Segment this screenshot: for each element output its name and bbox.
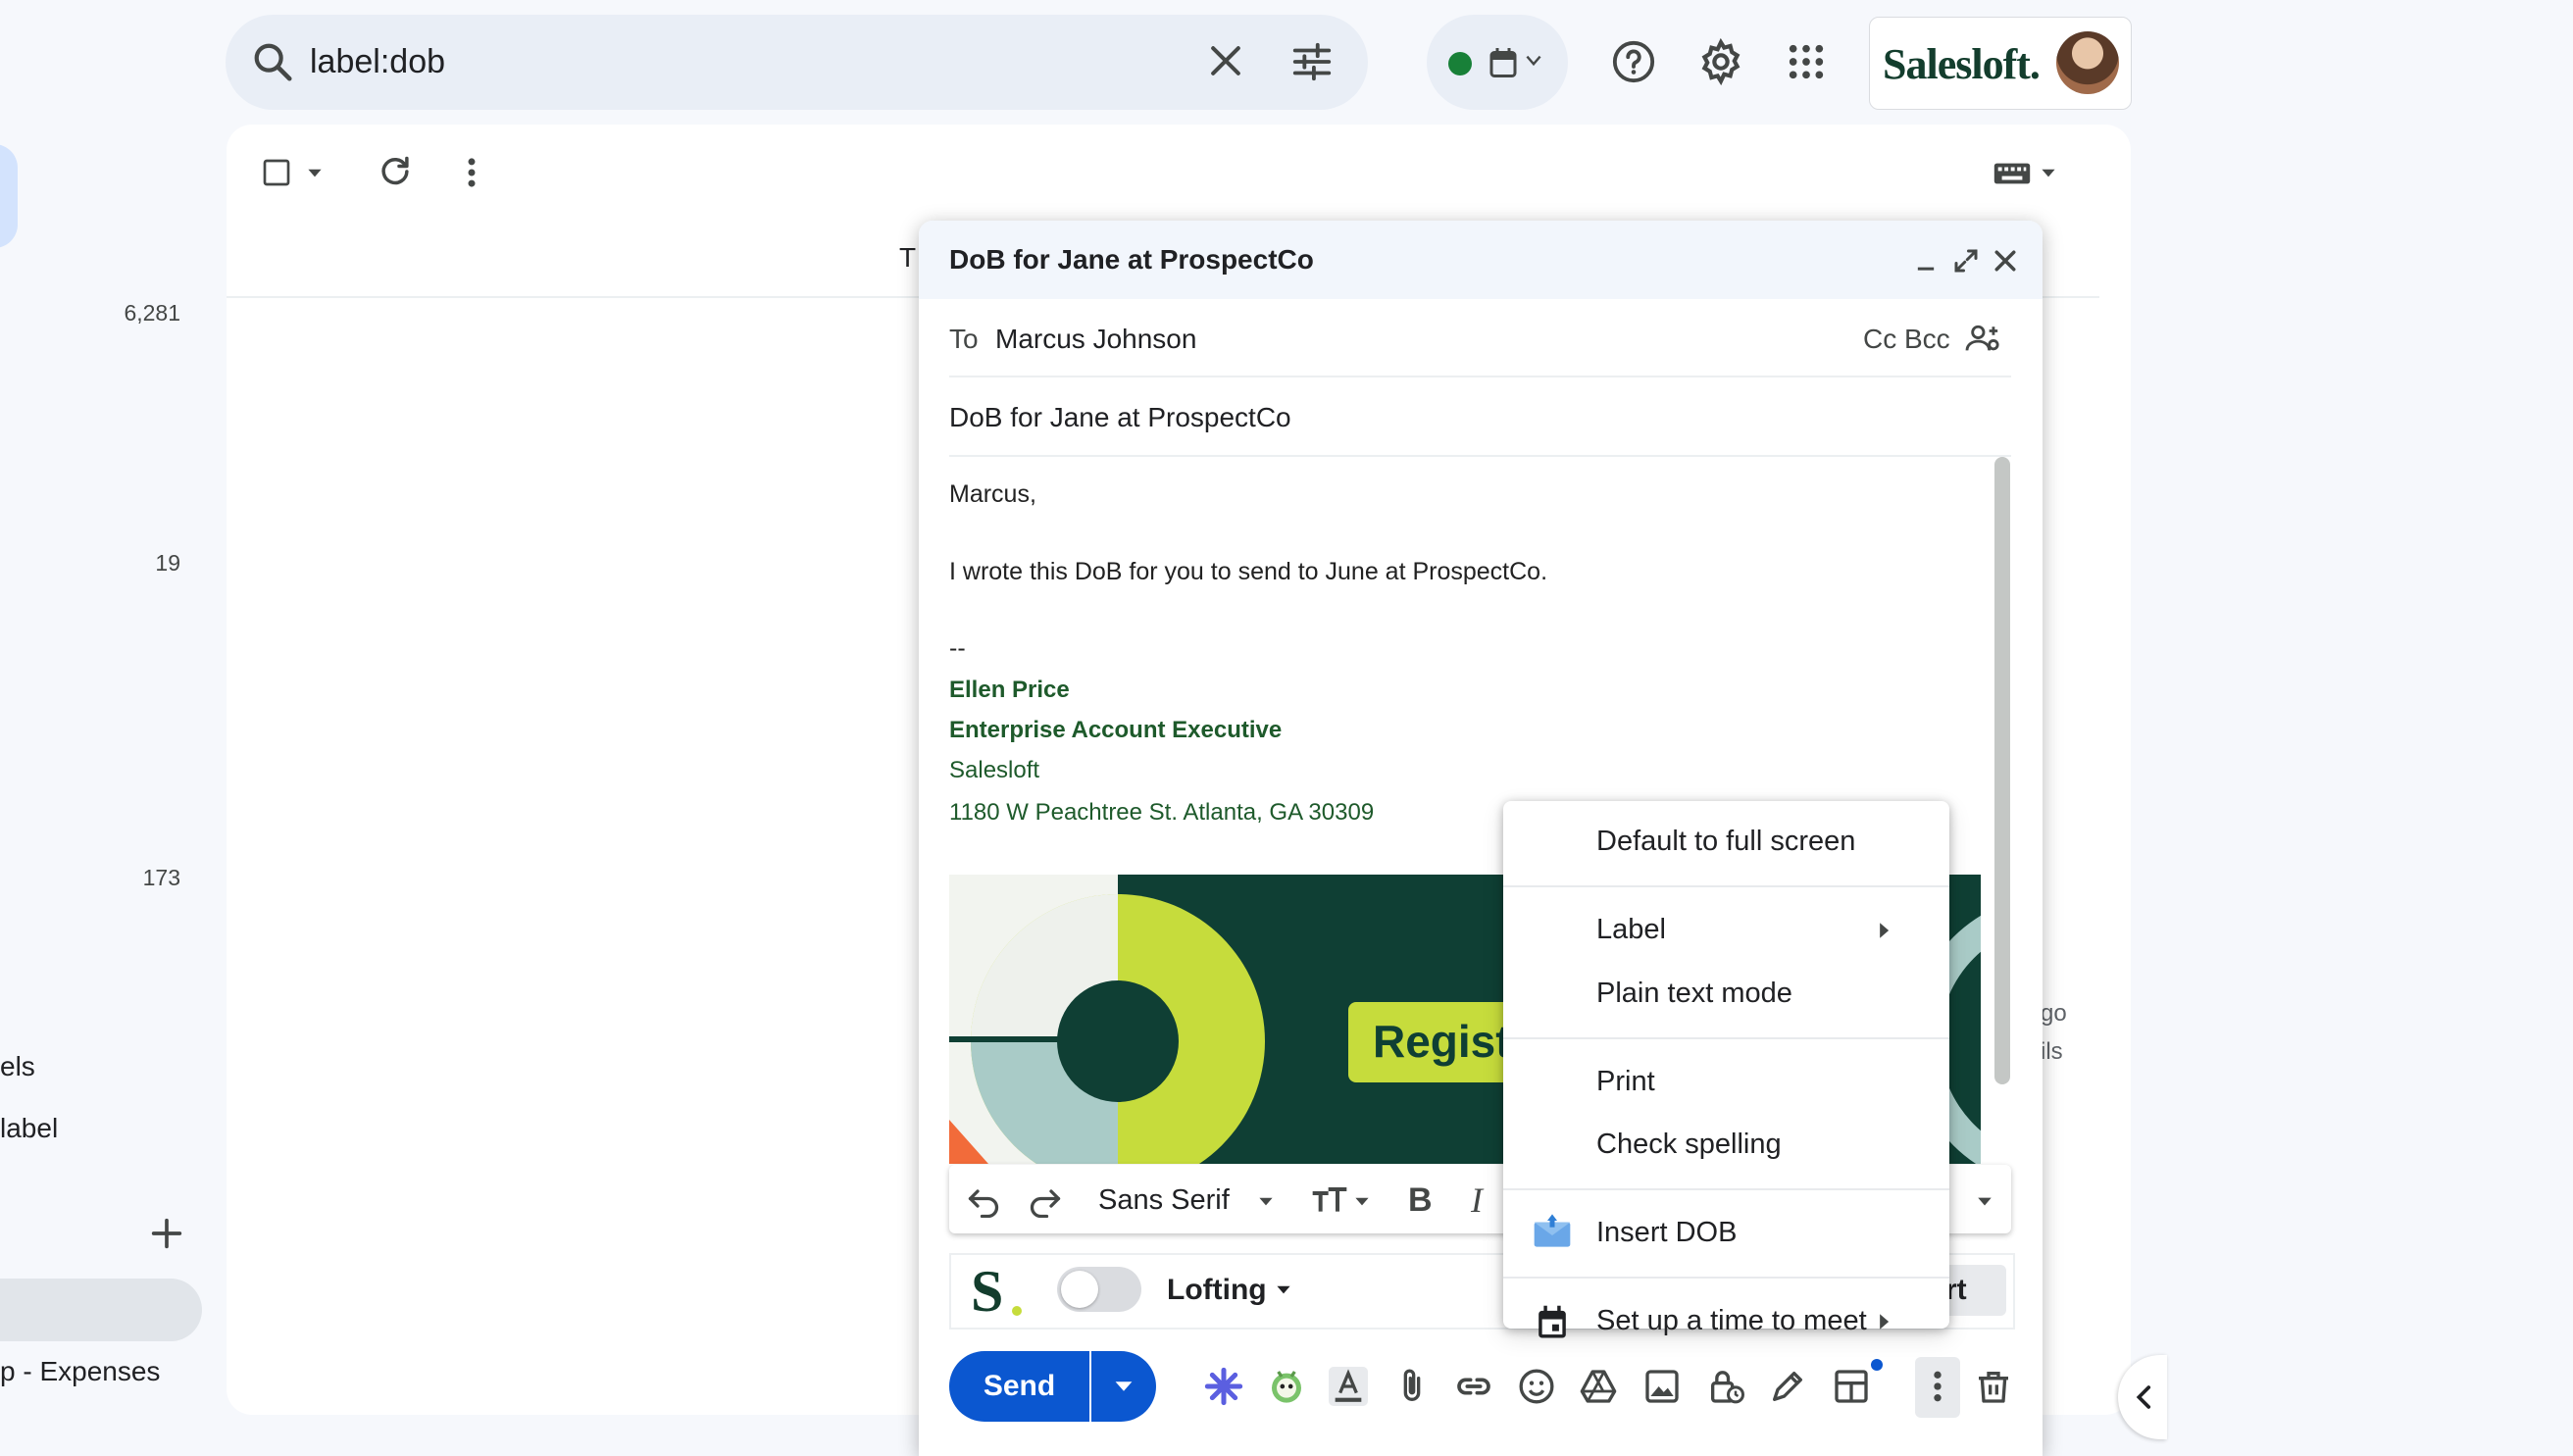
- active-status-dot: [1448, 52, 1472, 75]
- brand-logo: Salesloft.: [1883, 40, 2041, 88]
- insert-dob-icon: [1534, 1214, 1571, 1247]
- notification-dot: [1871, 1359, 1883, 1371]
- chevron-down-icon[interactable]: [1255, 1192, 1277, 1210]
- menu-item-set-up-meeting[interactable]: Set up a time to meet: [1596, 1301, 1867, 1340]
- signature-separator: --: [949, 634, 966, 662]
- menu-item-check-spelling[interactable]: Check spelling: [1596, 1125, 1782, 1164]
- expand-icon[interactable]: [1951, 246, 1981, 276]
- apps-grid-icon[interactable]: [1787, 42, 1826, 81]
- sidebar-compose-highlight[interactable]: [0, 144, 18, 248]
- sidebar-count: 6,281: [124, 300, 180, 326]
- font-size-icon[interactable]: [1310, 1184, 1349, 1218]
- minimize-icon[interactable]: [1912, 247, 1940, 275]
- chevron-down-icon: [1115, 1381, 1133, 1391]
- avatar[interactable]: [2056, 31, 2119, 94]
- subject-field[interactable]: DoB for Jane at ProspectCo: [949, 398, 1291, 437]
- gear-icon[interactable]: [1696, 37, 1745, 86]
- link-icon[interactable]: [1454, 1367, 1493, 1406]
- sidebar-count: 19: [155, 550, 180, 576]
- help-icon[interactable]: [1611, 39, 1656, 84]
- search-input[interactable]: label:dob: [310, 37, 445, 86]
- search-icon[interactable]: [250, 39, 295, 84]
- select-all-checkbox-icon[interactable]: [261, 157, 292, 188]
- close-icon[interactable]: [1204, 39, 1247, 82]
- chevron-down-icon[interactable]: [1523, 52, 1544, 70]
- calendar-icon: [1539, 1305, 1566, 1338]
- menu-divider: [1503, 1188, 1949, 1190]
- list-snippet: ils: [2041, 1038, 2063, 1065]
- cc-bcc-toggle[interactable]: Cc Bcc: [1863, 320, 1950, 359]
- emoji-icon[interactable]: [1517, 1367, 1556, 1406]
- submenu-arrow-icon: [1880, 923, 1890, 938]
- filter-options-icon[interactable]: [1289, 39, 1335, 84]
- chevron-down-icon[interactable]: [1351, 1192, 1373, 1210]
- undo-icon[interactable]: [966, 1182, 1001, 1218]
- to-label: To: [949, 324, 979, 354]
- photo-icon[interactable]: [1642, 1367, 1682, 1406]
- refresh-icon[interactable]: [377, 153, 414, 190]
- layouts-icon[interactable]: [1832, 1367, 1871, 1406]
- close-icon[interactable]: [1991, 246, 2020, 276]
- signature-title: Enterprise Account Executive: [949, 717, 1283, 743]
- trash-icon[interactable]: [1974, 1367, 2013, 1406]
- sidebar-count: 173: [142, 865, 180, 890]
- menu-item-print[interactable]: Print: [1596, 1062, 1655, 1101]
- chevron-down-icon[interactable]: [1273, 1280, 1294, 1298]
- list-partial-text: T: [899, 242, 917, 273]
- sparkle-icon[interactable]: [1204, 1367, 1243, 1406]
- signature-company: Salesloft: [949, 757, 1040, 783]
- attach-icon[interactable]: [1392, 1367, 1432, 1406]
- menu-item-label[interactable]: Label: [1596, 910, 1666, 949]
- menu-divider: [1503, 1277, 1949, 1279]
- more-vert-icon[interactable]: [457, 154, 486, 191]
- signature-pen-icon[interactable]: [1768, 1367, 1807, 1406]
- add-label-icon[interactable]: [147, 1214, 186, 1253]
- sidebar-item-labels[interactable]: els: [0, 1051, 35, 1082]
- sidebar-active-item[interactable]: [0, 1279, 202, 1341]
- menu-divider: [1503, 885, 1949, 887]
- toggle-knob: [1061, 1271, 1098, 1308]
- more-vert-icon[interactable]: [1921, 1367, 1954, 1406]
- signature-name: Ellen Price: [949, 677, 1070, 703]
- chevron-left-icon[interactable]: [2130, 1381, 2159, 1414]
- divider: [949, 376, 2011, 377]
- menu-divider: [1503, 1037, 1949, 1039]
- body-text[interactable]: I wrote this DoB for you to send to June…: [949, 554, 1547, 589]
- assistant-icon[interactable]: [1267, 1367, 1306, 1406]
- chevron-down-icon[interactable]: [304, 164, 326, 181]
- compose-title[interactable]: DoB for Jane at ProspectCo: [949, 240, 1314, 279]
- bold-icon[interactable]: B: [1408, 1180, 1433, 1220]
- keyboard-icon[interactable]: [1993, 161, 2032, 186]
- signature-address: 1180 W Peachtree St. Atlanta, GA 30309: [949, 799, 1375, 826]
- template-select[interactable]: Lofting: [1167, 1271, 1267, 1310]
- list-snippet: go: [2041, 1000, 2067, 1027]
- add-recipient-icon[interactable]: [1963, 323, 2004, 356]
- text-color-icon[interactable]: [1329, 1367, 1368, 1406]
- send-button[interactable]: Send: [949, 1351, 1089, 1422]
- salesloft-logo-dot: [1012, 1306, 1022, 1316]
- sidebar-item-label[interactable]: label: [0, 1113, 58, 1144]
- font-family-select[interactable]: Sans Serif: [1098, 1180, 1230, 1220]
- body-greeting[interactable]: Marcus,: [949, 477, 1036, 512]
- redo-icon[interactable]: [1028, 1182, 1063, 1218]
- compose-scrollbar[interactable]: [1994, 457, 2010, 1084]
- confidential-lock-icon[interactable]: [1706, 1367, 1745, 1406]
- banner-register-label: Regist: [1373, 1016, 1511, 1067]
- calendar-icon: [1489, 48, 1517, 77]
- italic-icon[interactable]: I: [1471, 1180, 1483, 1220]
- chevron-down-icon[interactable]: [2038, 164, 2059, 181]
- submenu-arrow-icon: [1880, 1314, 1890, 1330]
- menu-item-insert-dob[interactable]: Insert DOB: [1596, 1213, 1737, 1252]
- divider: [949, 455, 2011, 457]
- menu-item-default-full-screen[interactable]: Default to full screen: [1596, 822, 1855, 861]
- chevron-down-icon[interactable]: [1973, 1192, 1996, 1210]
- recipient-chip[interactable]: Marcus Johnson: [995, 320, 1196, 359]
- drive-icon[interactable]: [1579, 1367, 1618, 1406]
- menu-item-plain-text-mode[interactable]: Plain text mode: [1596, 974, 1792, 1013]
- sidebar-item-expenses[interactable]: p - Expenses: [0, 1356, 160, 1387]
- salesloft-logo[interactable]: S: [971, 1257, 1003, 1326]
